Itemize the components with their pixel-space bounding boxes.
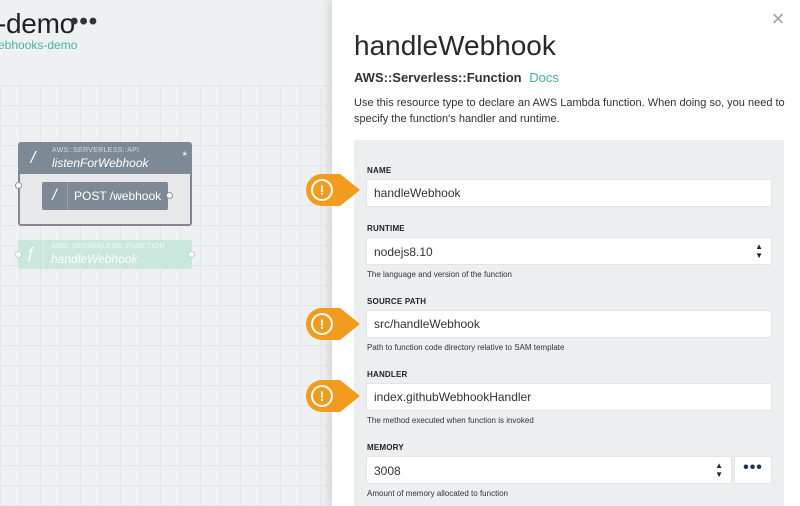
api-icon: / (30, 148, 36, 167)
resource-description: Use this resource type to declare an AWS… (354, 97, 785, 125)
properties-form: NAME RUNTIME nodejs8.10 ▲▼ The language … (354, 140, 784, 506)
name-label: NAME (367, 166, 392, 175)
runtime-label: RUNTIME (367, 224, 405, 233)
function-node-type: AWS::SERVERLESS::FUNCTION (51, 243, 165, 250)
api-node-name: listenForWebhook (52, 156, 149, 170)
resource-type: AWS::Serverless::Function Docs (354, 70, 559, 85)
resource-type-label: AWS::Serverless::Function (354, 70, 522, 85)
warning-glyph: ! (320, 316, 325, 332)
close-icon[interactable]: × (768, 8, 788, 30)
docs-link[interactable]: Docs (529, 70, 559, 85)
warning-icon[interactable]: ! (302, 172, 362, 208)
select-arrows-icon: ▲ ▼ (755, 242, 763, 260)
runtime-select[interactable]: nodejs8.10 ▲ ▼ (366, 237, 772, 265)
handler-help: The method executed when function is inv… (367, 416, 534, 425)
function-output-port[interactable] (188, 251, 195, 258)
api-node-header: / AWS::SERVERLESS::API listenForWebhook … (20, 144, 190, 174)
modified-marker: * (182, 149, 187, 163)
select-arrows-icon: ▲ ▼ (715, 461, 723, 479)
handler-label: HANDLER (367, 370, 408, 379)
memory-label: MEMORY (367, 443, 404, 452)
warning-glyph: ! (320, 182, 325, 198)
function-input-port[interactable] (15, 251, 22, 258)
memory-more-button[interactable]: ••• (734, 456, 772, 484)
project-title: -demo (0, 8, 75, 39)
api-node-type: AWS::SERVERLESS::API (52, 147, 140, 154)
api-input-port[interactable] (15, 182, 22, 189)
warning-icon[interactable]: ! (302, 378, 362, 414)
diagram-canvas[interactable]: -demo ••• ebhooks-demo / AWS::SERVERLESS… (0, 0, 332, 506)
handler-field[interactable] (366, 383, 772, 411)
source-path-help: Path to function code directory relative… (367, 343, 565, 352)
runtime-help: The language and version of the function (367, 270, 512, 279)
source-path-field[interactable] (366, 310, 772, 338)
resource-title: handleWebhook (354, 30, 556, 61)
memory-value: 3008 (374, 464, 401, 478)
warning-glyph: ! (320, 388, 325, 404)
route-node[interactable]: / POST /webhook (42, 182, 168, 210)
memory-select[interactable]: 3008 ▲ ▼ (366, 456, 732, 484)
route-icon: / (42, 182, 68, 210)
function-node-name: handleWebhook (51, 252, 138, 266)
function-node[interactable]: ƒ AWS::SERVERLESS::FUNCTION handleWebhoo… (15, 240, 195, 269)
inspector-panel: × handleWebhook AWS::Serverless::Functio… (332, 0, 800, 506)
memory-help: Amount of memory allocated to function (367, 489, 508, 498)
project-subtitle: ebhooks-demo (0, 38, 78, 52)
project-menu-icon[interactable]: ••• (70, 8, 98, 36)
source-path-label: SOURCE PATH (367, 297, 427, 306)
route-output-port[interactable] (166, 192, 173, 199)
name-field[interactable] (366, 179, 772, 207)
warning-icon[interactable]: ! (302, 306, 362, 342)
canvas-header: -demo ••• ebhooks-demo (0, 0, 332, 85)
runtime-value: nodejs8.10 (374, 245, 433, 259)
api-node[interactable]: / AWS::SERVERLESS::API listenForWebhook … (15, 142, 192, 226)
route-label: POST /webhook (74, 189, 162, 203)
